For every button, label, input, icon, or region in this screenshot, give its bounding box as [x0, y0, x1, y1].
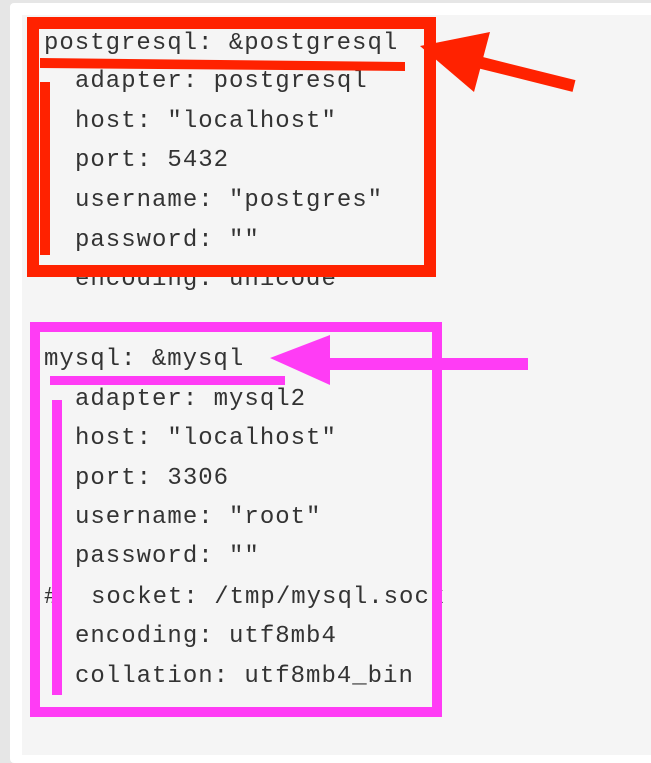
magenta-vertical-bar — [52, 400, 62, 695]
mysql-annotation — [30, 322, 528, 717]
red-vertical-bar — [40, 82, 50, 255]
red-arrow-shaft — [468, 54, 576, 92]
magenta-underline — [50, 376, 285, 385]
magenta-arrow-shaft — [320, 358, 528, 370]
annotation-overlay — [27, 17, 576, 717]
postgresql-annotation — [27, 17, 576, 277]
red-underline — [40, 58, 405, 71]
